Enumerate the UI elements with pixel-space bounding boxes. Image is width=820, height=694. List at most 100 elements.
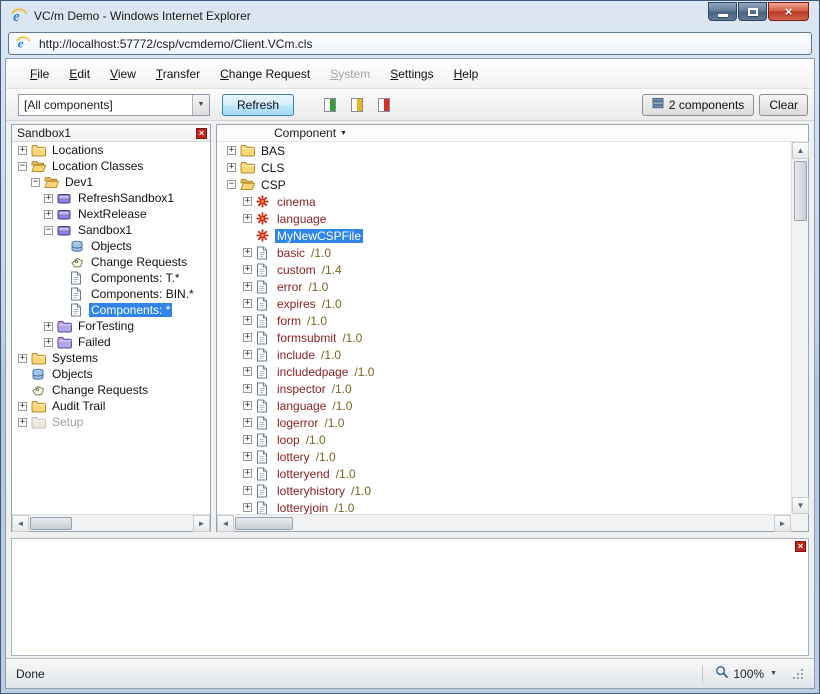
green-status-icon[interactable]: [324, 98, 336, 112]
left-hscroll-thumb[interactable]: [30, 517, 72, 530]
expand-icon[interactable]: +: [243, 265, 252, 274]
scroll-right-icon[interactable]: ►: [774, 515, 791, 532]
tree-item-csp[interactable]: −CSP: [217, 176, 791, 193]
collapse-icon[interactable]: −: [227, 180, 236, 189]
scroll-right-icon[interactable]: ►: [193, 515, 210, 532]
right-vertical-scrollbar[interactable]: ▲ ▼: [791, 142, 808, 514]
left-panel-close-icon[interactable]: ×: [196, 128, 207, 139]
expand-icon[interactable]: +: [44, 210, 53, 219]
tree-item-basic[interactable]: +basic/1.0: [217, 244, 791, 261]
tree-item-inspector[interactable]: +inspector/1.0: [217, 380, 791, 397]
expand-icon[interactable]: +: [227, 163, 236, 172]
component-filter-dropdown[interactable]: [All components] ▼: [18, 94, 210, 116]
expand-icon[interactable]: +: [243, 282, 252, 291]
tree-item-language[interactable]: +language/1.0: [217, 397, 791, 414]
right-hscroll-thumb[interactable]: [235, 517, 293, 530]
close-button[interactable]: ×: [768, 2, 809, 21]
tree-item-custom[interactable]: +custom/1.4: [217, 261, 791, 278]
expand-icon[interactable]: +: [18, 146, 27, 155]
expand-icon[interactable]: +: [243, 350, 252, 359]
expand-icon[interactable]: +: [227, 146, 236, 155]
output-panel-close-icon[interactable]: ×: [795, 541, 806, 552]
tree-item-lotteryend[interactable]: +lotteryend/1.0: [217, 465, 791, 482]
components-count-button[interactable]: 2 components: [642, 94, 754, 116]
tree-item-sandbox1[interactable]: −Sandbox1: [12, 222, 210, 238]
expand-icon[interactable]: +: [243, 435, 252, 444]
tree-item-change-requests[interactable]: Change Requests: [12, 382, 210, 398]
expand-icon[interactable]: +: [243, 452, 252, 461]
tree-item-location-classes[interactable]: −Location Classes: [12, 158, 210, 174]
tree-item-includedpage[interactable]: +includedpage/1.0: [217, 363, 791, 380]
collapse-icon[interactable]: −: [44, 226, 53, 235]
expand-icon[interactable]: +: [243, 486, 252, 495]
tree-item-change-requests[interactable]: Change Requests: [12, 254, 210, 270]
tree-item-lottery[interactable]: +lottery/1.0: [217, 448, 791, 465]
dropdown-arrow-icon[interactable]: ▼: [192, 95, 209, 115]
title-bar[interactable]: e VC/m Demo - Windows Internet Explorer …: [1, 1, 819, 30]
expand-icon[interactable]: +: [243, 316, 252, 325]
tree-item-logerror[interactable]: +logerror/1.0: [217, 414, 791, 431]
scroll-left-icon[interactable]: ◄: [217, 515, 234, 532]
expand-icon[interactable]: +: [18, 402, 27, 411]
expand-icon[interactable]: +: [243, 503, 252, 512]
tree-item-error[interactable]: +error/1.0: [217, 278, 791, 295]
expand-icon[interactable]: +: [243, 367, 252, 376]
menu-transfer[interactable]: Transfer: [146, 63, 210, 85]
tree-item-cls[interactable]: +CLS: [217, 159, 791, 176]
minimize-button[interactable]: [708, 2, 737, 21]
tree-item-failed[interactable]: +Failed: [12, 334, 210, 350]
left-horizontal-scrollbar[interactable]: ◄ ►: [12, 514, 210, 531]
tree-item-bas[interactable]: +BAS: [217, 142, 791, 159]
menu-view[interactable]: View: [100, 63, 146, 85]
clear-button[interactable]: Clear: [759, 94, 808, 116]
tree-item-systems[interactable]: +Systems: [12, 350, 210, 366]
component-column-header[interactable]: Component ▼: [217, 125, 808, 142]
tree-item-refreshsandbox1[interactable]: +RefreshSandbox1: [12, 190, 210, 206]
expand-icon[interactable]: +: [243, 333, 252, 342]
tree-item-fortesting[interactable]: +ForTesting: [12, 318, 210, 334]
collapse-icon[interactable]: −: [18, 162, 27, 171]
menu-file[interactable]: File: [20, 63, 59, 85]
tree-item-locations[interactable]: +Locations: [12, 142, 210, 158]
scroll-up-icon[interactable]: ▲: [792, 142, 809, 159]
tree-item-components-bin[interactable]: Components: BIN.*: [12, 286, 210, 302]
expand-icon[interactable]: +: [44, 338, 53, 347]
refresh-button[interactable]: Refresh: [222, 94, 294, 116]
menu-change-request[interactable]: Change Request: [210, 63, 320, 85]
tree-item-components-t[interactable]: Components: T.*: [12, 270, 210, 286]
tree-item-lotteryjoin[interactable]: +lotteryjoin/1.0: [217, 499, 791, 514]
zoom-dropdown-arrow-icon[interactable]: ▼: [770, 670, 777, 677]
tree-item-mynewcspfile[interactable]: MyNewCSPFile: [217, 227, 791, 244]
zoom-level[interactable]: 100%: [733, 667, 764, 681]
right-vscroll-thumb[interactable]: [794, 161, 807, 221]
right-horizontal-scrollbar[interactable]: ◄ ►: [217, 514, 791, 531]
expand-icon[interactable]: +: [44, 322, 53, 331]
collapse-icon[interactable]: −: [31, 178, 40, 187]
address-field[interactable]: e http://localhost:57772/csp/vcmdemo/Cli…: [8, 32, 812, 55]
resize-grip[interactable]: [791, 667, 804, 680]
expand-icon[interactable]: +: [18, 418, 27, 427]
expand-icon[interactable]: +: [243, 197, 252, 206]
menu-settings[interactable]: Settings: [380, 63, 443, 85]
tree-item-nextrelease[interactable]: +NextRelease: [12, 206, 210, 222]
expand-icon[interactable]: +: [243, 248, 252, 257]
menu-edit[interactable]: Edit: [59, 63, 100, 85]
tree-item-expires[interactable]: +expires/1.0: [217, 295, 791, 312]
expand-icon[interactable]: +: [243, 401, 252, 410]
tree-item-lotteryhistory[interactable]: +lotteryhistory/1.0: [217, 482, 791, 499]
expand-icon[interactable]: +: [243, 418, 252, 427]
yellow-status-icon[interactable]: [351, 98, 363, 112]
scroll-left-icon[interactable]: ◄: [12, 515, 29, 532]
tree-item-objects[interactable]: Objects: [12, 366, 210, 382]
tree-item-objects[interactable]: Objects: [12, 238, 210, 254]
scroll-down-icon[interactable]: ▼: [792, 497, 809, 514]
maximize-button[interactable]: [738, 2, 767, 21]
expand-icon[interactable]: +: [243, 384, 252, 393]
expand-icon[interactable]: +: [243, 214, 252, 223]
tree-item-form[interactable]: +form/1.0: [217, 312, 791, 329]
expand-icon[interactable]: +: [243, 299, 252, 308]
tree-item-components[interactable]: Components: *: [12, 302, 210, 318]
expand-icon[interactable]: +: [243, 469, 252, 478]
tree-item-dev1[interactable]: −Dev1: [12, 174, 210, 190]
tree-item-cinema[interactable]: +cinema: [217, 193, 791, 210]
